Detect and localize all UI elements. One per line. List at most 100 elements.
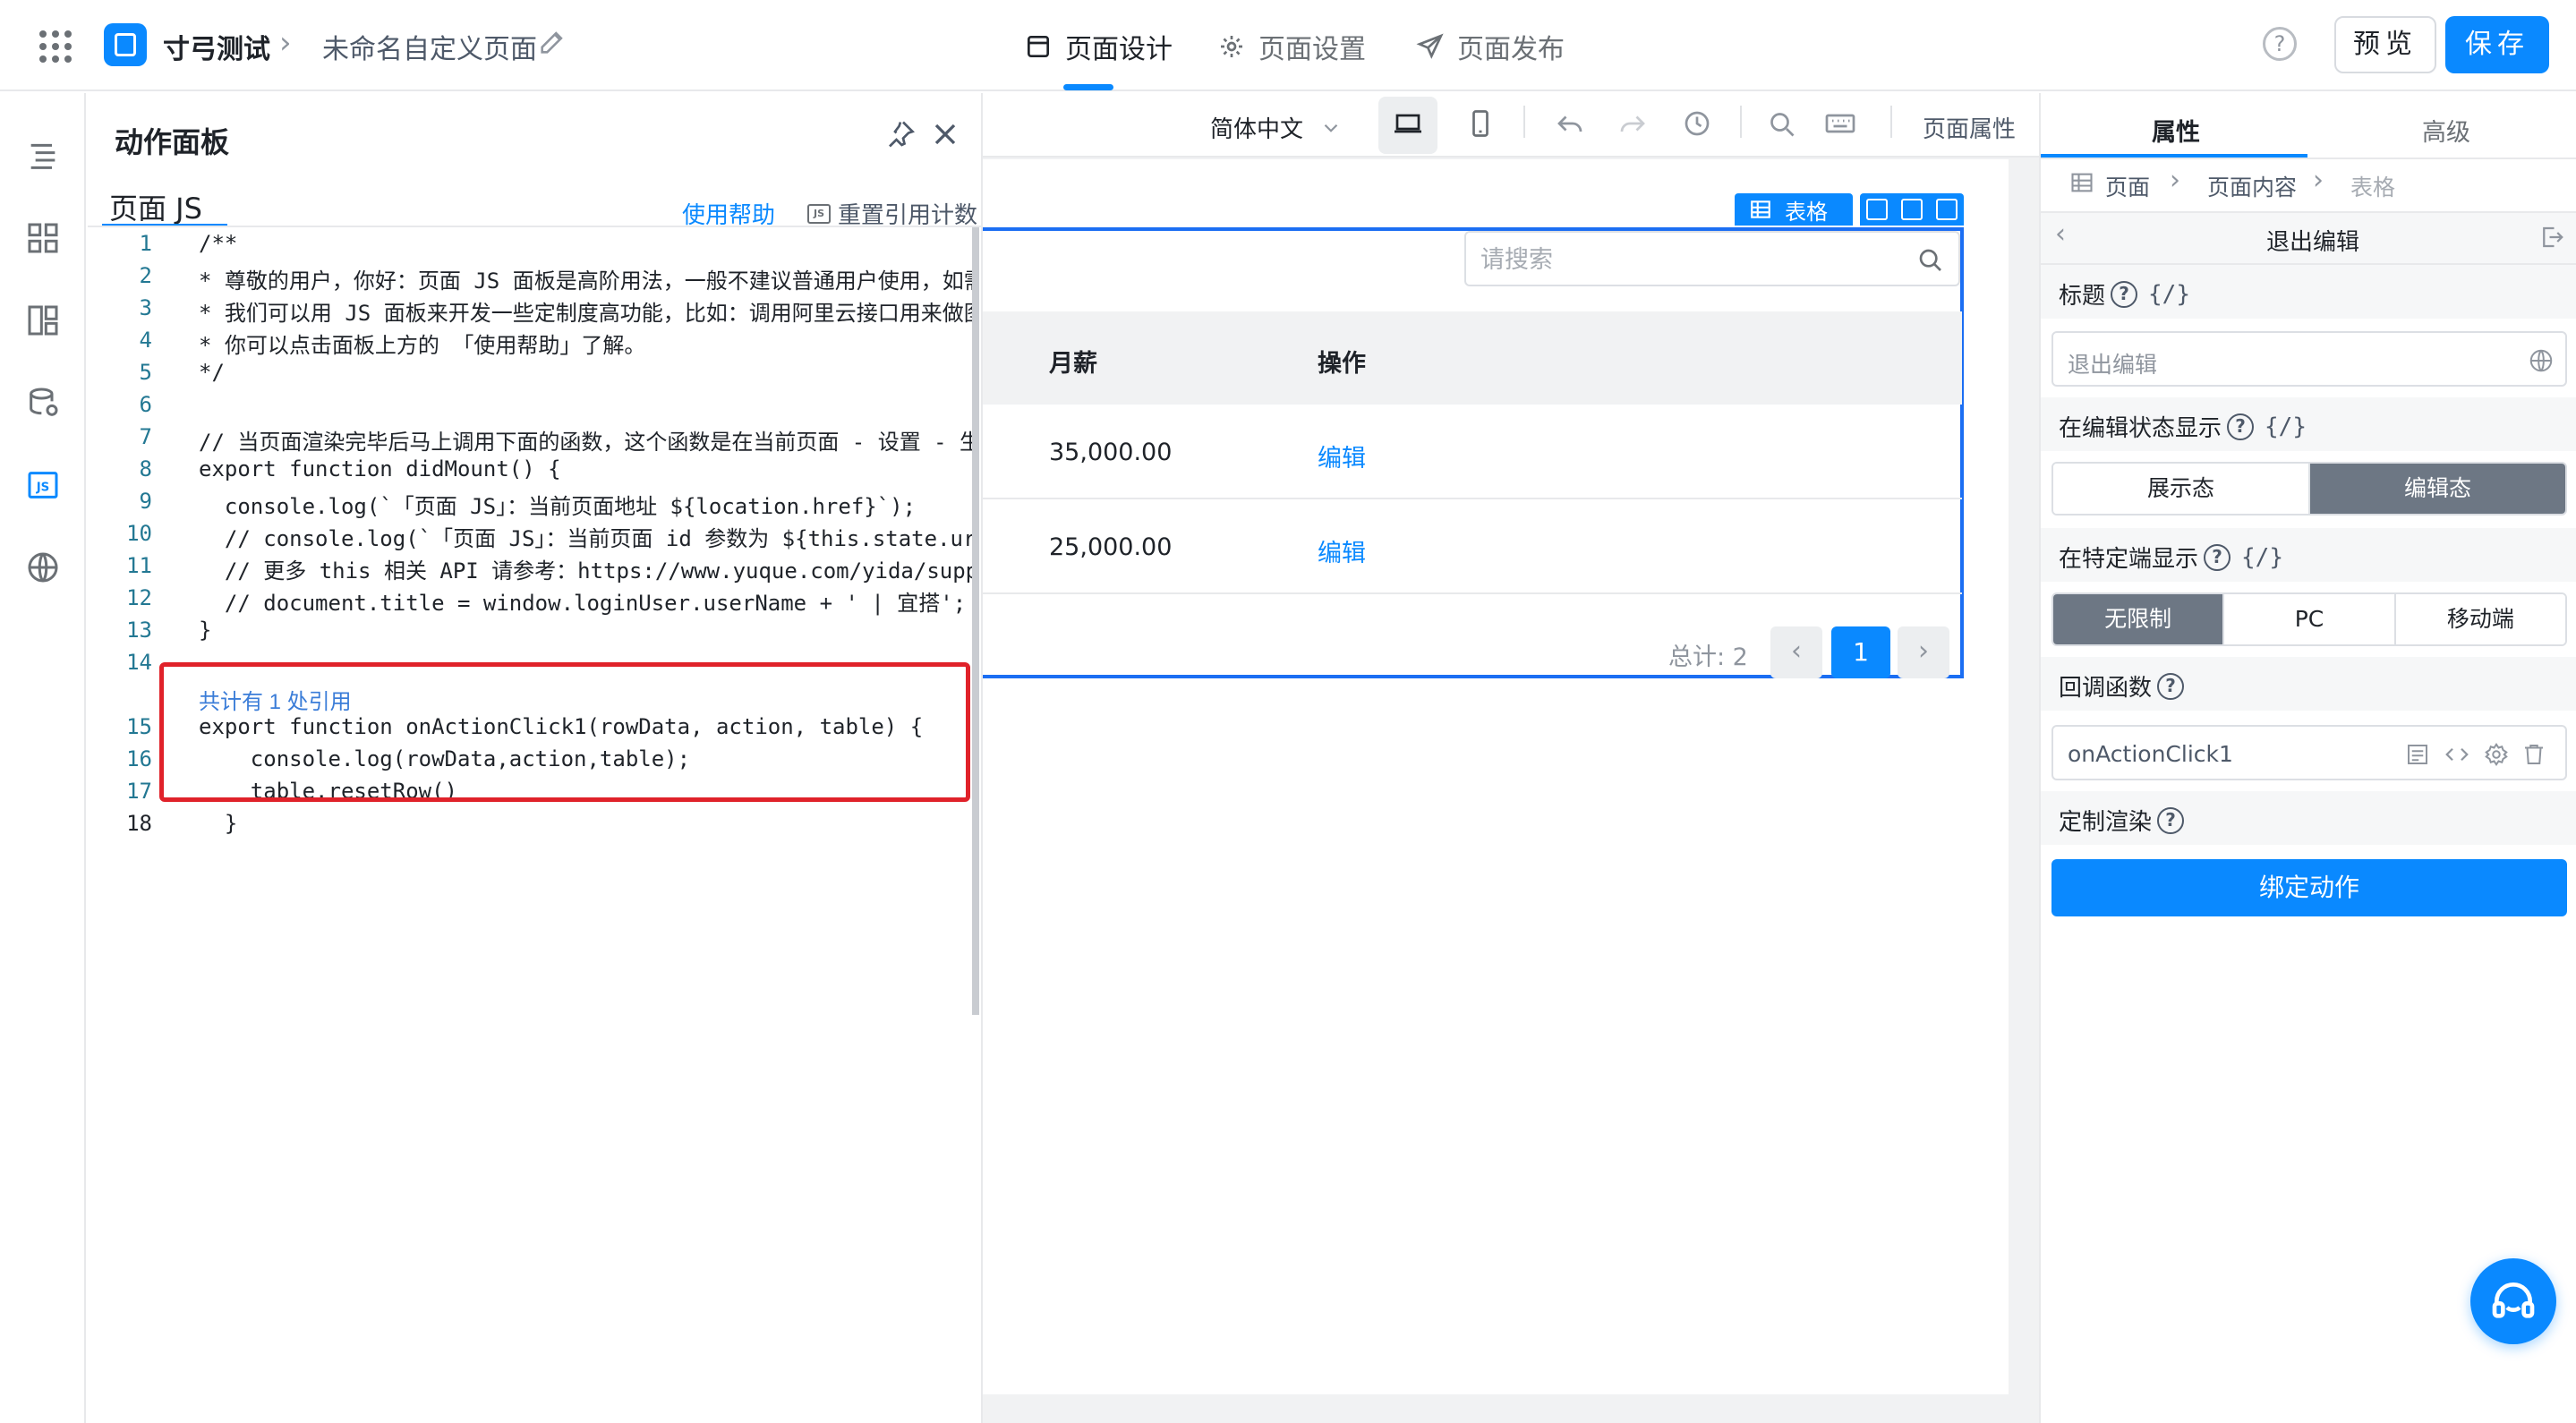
list-icon[interactable] [2404,741,2431,768]
code-icon[interactable] [2444,741,2470,768]
edit-mode-toggle[interactable]: 展示态 编辑态 [2051,462,2567,516]
custom-render-label: 定制渲染? [2059,804,2185,837]
chevron-down-icon [1324,124,1338,132]
column-header-salary[interactable]: 月薪 [1049,344,1097,379]
variable-binding-icon: {/} [2241,543,2283,571]
mode-display[interactable]: 展示态 [2053,464,2310,514]
js-icon: JS [807,203,831,224]
delete-icon[interactable] [2521,741,2547,768]
tab-page-design[interactable]: 页面设计 [1024,27,1173,66]
save-button[interactable]: 保存 [2445,16,2549,73]
variable-binding-icon: {/} [2265,413,2307,440]
table-component-tag[interactable]: 表格 [1735,193,1853,226]
redo-icon[interactable] [1616,107,1649,140]
left-rail [0,93,86,1423]
table-icon [2071,173,2093,192]
terminal-pc[interactable]: PC [2224,594,2396,644]
edit-link[interactable]: 编辑 [1318,533,1366,568]
preview-button[interactable]: 预览 [2334,16,2436,73]
code-line: 11 // 更多 this 相关 API 请参考：https://www.yuq… [126,553,976,584]
code-line: 10 // console.log(`「页面 JS」：当前页面 id 参数为 $… [126,521,976,551]
edit-icon[interactable] [537,27,567,57]
globe-icon[interactable] [2528,347,2555,374]
tab-page-js[interactable]: 页面 JS [109,186,202,227]
code-scrollbar[interactable] [972,227,979,1015]
send-icon [1416,33,1444,59]
breadcrumb-page[interactable]: 页面 [2105,170,2150,202]
cell-salary: 25,000.00 [1049,533,1173,561]
tab-advanced[interactable]: 高级 [2422,113,2470,148]
svg-text:JS: JS [36,481,50,495]
code-line: 7// 当页面渲染完毕后马上调用下面的函数，这个函数是在当前页面 - 设置 - … [139,424,976,455]
prev-page-button[interactable]: ‹ [1770,626,1822,678]
templates-icon[interactable] [25,302,61,338]
history-icon[interactable] [1681,107,1713,140]
app-name[interactable]: 寸弓测试 [163,27,270,66]
next-page-button[interactable]: › [1898,626,1949,678]
js-icon[interactable]: JS [25,467,61,503]
gear-icon [1221,36,1242,57]
tab-label: 页面设置 [1258,34,1366,65]
keyboard-icon[interactable] [1824,107,1856,140]
components-icon[interactable] [25,220,61,256]
search-icon[interactable] [1765,107,1797,140]
help-icon: ? [2204,543,2231,571]
help-icon[interactable]: ? [2263,27,2297,61]
breadcrumb-chevron-icon: › [279,25,292,61]
code-line: 1/** [139,231,238,256]
current-page-button[interactable]: 1 [1831,626,1890,678]
terminal-toggle[interactable]: 无限制 PC 移动端 [2051,592,2567,646]
globe-icon[interactable] [25,550,61,585]
back-icon[interactable]: ‹ [2055,218,2066,250]
gear-icon[interactable] [2483,741,2510,768]
bind-action-button[interactable]: 绑定动作 [2051,859,2567,916]
breadcrumb-chevron-icon: › [2313,165,2324,196]
terminal-mobile[interactable]: 移动端 [2395,594,2565,644]
datasource-icon[interactable] [25,385,61,421]
mode-edit[interactable]: 编辑态 [2310,464,2565,514]
outline-icon[interactable] [25,138,61,174]
add-column-icon[interactable] [1866,199,1889,220]
terminal-label: 在特定端显示? {/} [2059,543,2283,573]
code-line: 3 * 我们可以用 JS 面板来开发一些定制度高功能，比如：调用阿里云接口用来做图 [139,295,976,326]
desktop-icon[interactable] [1392,107,1424,140]
help-icon: ? [2157,806,2185,834]
tab-properties[interactable]: 属性 [2152,113,2200,148]
title-input[interactable]: 退出编辑 [2051,331,2567,387]
delete-icon[interactable] [1935,199,1958,220]
title-input-value: 退出编辑 [2068,352,2158,378]
edit-link[interactable]: 编辑 [1318,439,1366,473]
column-header-actions[interactable]: 操作 [1318,344,1366,379]
help-icon: ? [2227,413,2255,440]
tab-label: 页面发布 [1457,34,1565,65]
close-icon[interactable] [927,116,963,152]
page-properties-button[interactable]: 页面属性 [1923,111,2016,144]
terminal-unlimited[interactable]: 无限制 [2053,594,2225,644]
canvas-toolbar [983,93,2039,158]
code-line: 5 */ [139,360,225,385]
callback-value: onActionClick1 [2068,741,2233,767]
code-editor[interactable]: 1/** 2 * 尊敬的用户，你好：页面 JS 面板是高阶用法，一般不建议普通用户… [88,227,976,976]
breadcrumb-table: 表格 [2350,175,2396,200]
breadcrumb-page-content[interactable]: 页面内容 [2207,170,2297,202]
exit-icon[interactable] [2538,224,2565,251]
mobile-icon[interactable] [1464,107,1497,140]
copy-icon[interactable] [1900,199,1923,220]
code-line: 8 export function didMount() { [139,456,561,481]
table-icon [1751,200,1770,218]
help-icon: ? [2157,672,2185,700]
tabs-divider [2041,158,2576,159]
tab-page-publish[interactable]: 页面发布 [1416,27,1565,66]
table-search[interactable] [1464,231,1960,286]
apps-grid-icon[interactable] [39,30,72,63]
pin-icon[interactable] [884,118,917,150]
tab-page-settings[interactable]: 页面设置 [1217,27,1366,66]
customer-service-button[interactable] [2470,1258,2556,1344]
search-icon[interactable] [1915,245,1944,274]
search-input[interactable] [1480,242,1901,277]
layout-icon [1028,36,1049,57]
language-select[interactable]: 简体中文 [1210,111,1343,144]
undo-icon[interactable] [1554,107,1586,140]
toolbar-divider [1740,106,1742,138]
code-line: 9 console.log(`「页面 JS」：当前页面地址 ${location… [139,489,917,519]
